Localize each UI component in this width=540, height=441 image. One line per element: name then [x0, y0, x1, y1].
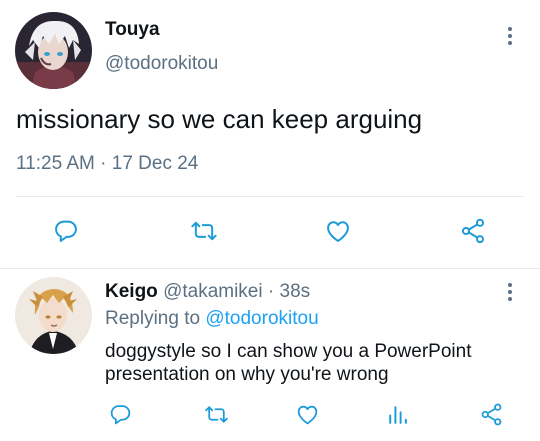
- meta-separator: ·: [100, 153, 107, 174]
- tweet-date: 17 Dec 24: [111, 153, 199, 174]
- retweet-button[interactable]: [187, 214, 221, 248]
- reply-analytics-button[interactable]: [380, 397, 414, 431]
- reply-separator: ·: [267, 281, 275, 302]
- more-vertical-icon[interactable]: [505, 27, 515, 49]
- reply-like-button[interactable]: [290, 397, 324, 431]
- reply-text: doggystyle so I can show you a PowerPoin…: [105, 340, 525, 386]
- reply-header: Keigo @takamikei · 38s: [105, 281, 310, 303]
- retweet-icon: [191, 221, 217, 241]
- anime-avatar-blond-hair-icon: [15, 277, 92, 354]
- reply-icon: [55, 220, 77, 242]
- share-button[interactable]: [456, 214, 490, 248]
- reply-display-name[interactable]: Keigo: [105, 281, 158, 302]
- display-name[interactable]: Touya: [105, 19, 160, 41]
- reply-text-line: presentation on why you're wrong: [105, 364, 389, 385]
- reply-retweet-button[interactable]: [199, 397, 233, 431]
- analytics-icon: [388, 405, 407, 424]
- avatar[interactable]: [15, 12, 92, 89]
- replying-to: Replying to @todorokitou: [105, 308, 319, 330]
- reply-button[interactable]: [49, 214, 83, 248]
- reply-share-button[interactable]: [474, 397, 508, 431]
- reply-more-vertical-icon[interactable]: [505, 283, 515, 305]
- reply-text-line: doggystyle so I can show you a PowerPoin…: [105, 341, 472, 362]
- share-icon: [481, 403, 501, 425]
- heart-icon: [327, 221, 349, 242]
- tweet-text: missionary so we can keep arguing: [16, 104, 423, 134]
- tweet-time: 11:25 AM: [16, 153, 95, 174]
- main-tweet: Touya @todorokitou missionary so we can …: [0, 0, 540, 268]
- retweet-icon: [204, 405, 228, 423]
- reply-avatar[interactable]: [15, 277, 92, 354]
- like-button[interactable]: [321, 214, 355, 248]
- share-icon: [461, 218, 485, 244]
- user-handle[interactable]: @todorokitou: [105, 53, 218, 75]
- reply-age[interactable]: 38s: [280, 281, 311, 302]
- reply-reply-button[interactable]: [103, 397, 137, 431]
- anime-avatar-white-hair-icon: [15, 12, 92, 89]
- heart-icon: [297, 405, 317, 424]
- replying-to-mention[interactable]: @todorokitou: [205, 308, 318, 329]
- tweet-separator: [0, 268, 540, 269]
- divider: [16, 196, 524, 197]
- replying-to-label: Replying to: [105, 308, 201, 329]
- reply-handle[interactable]: @takamikei: [163, 281, 263, 302]
- reply-icon: [110, 404, 130, 424]
- tweet-timestamp[interactable]: 11:25 AM · 17 Dec 24: [16, 153, 198, 175]
